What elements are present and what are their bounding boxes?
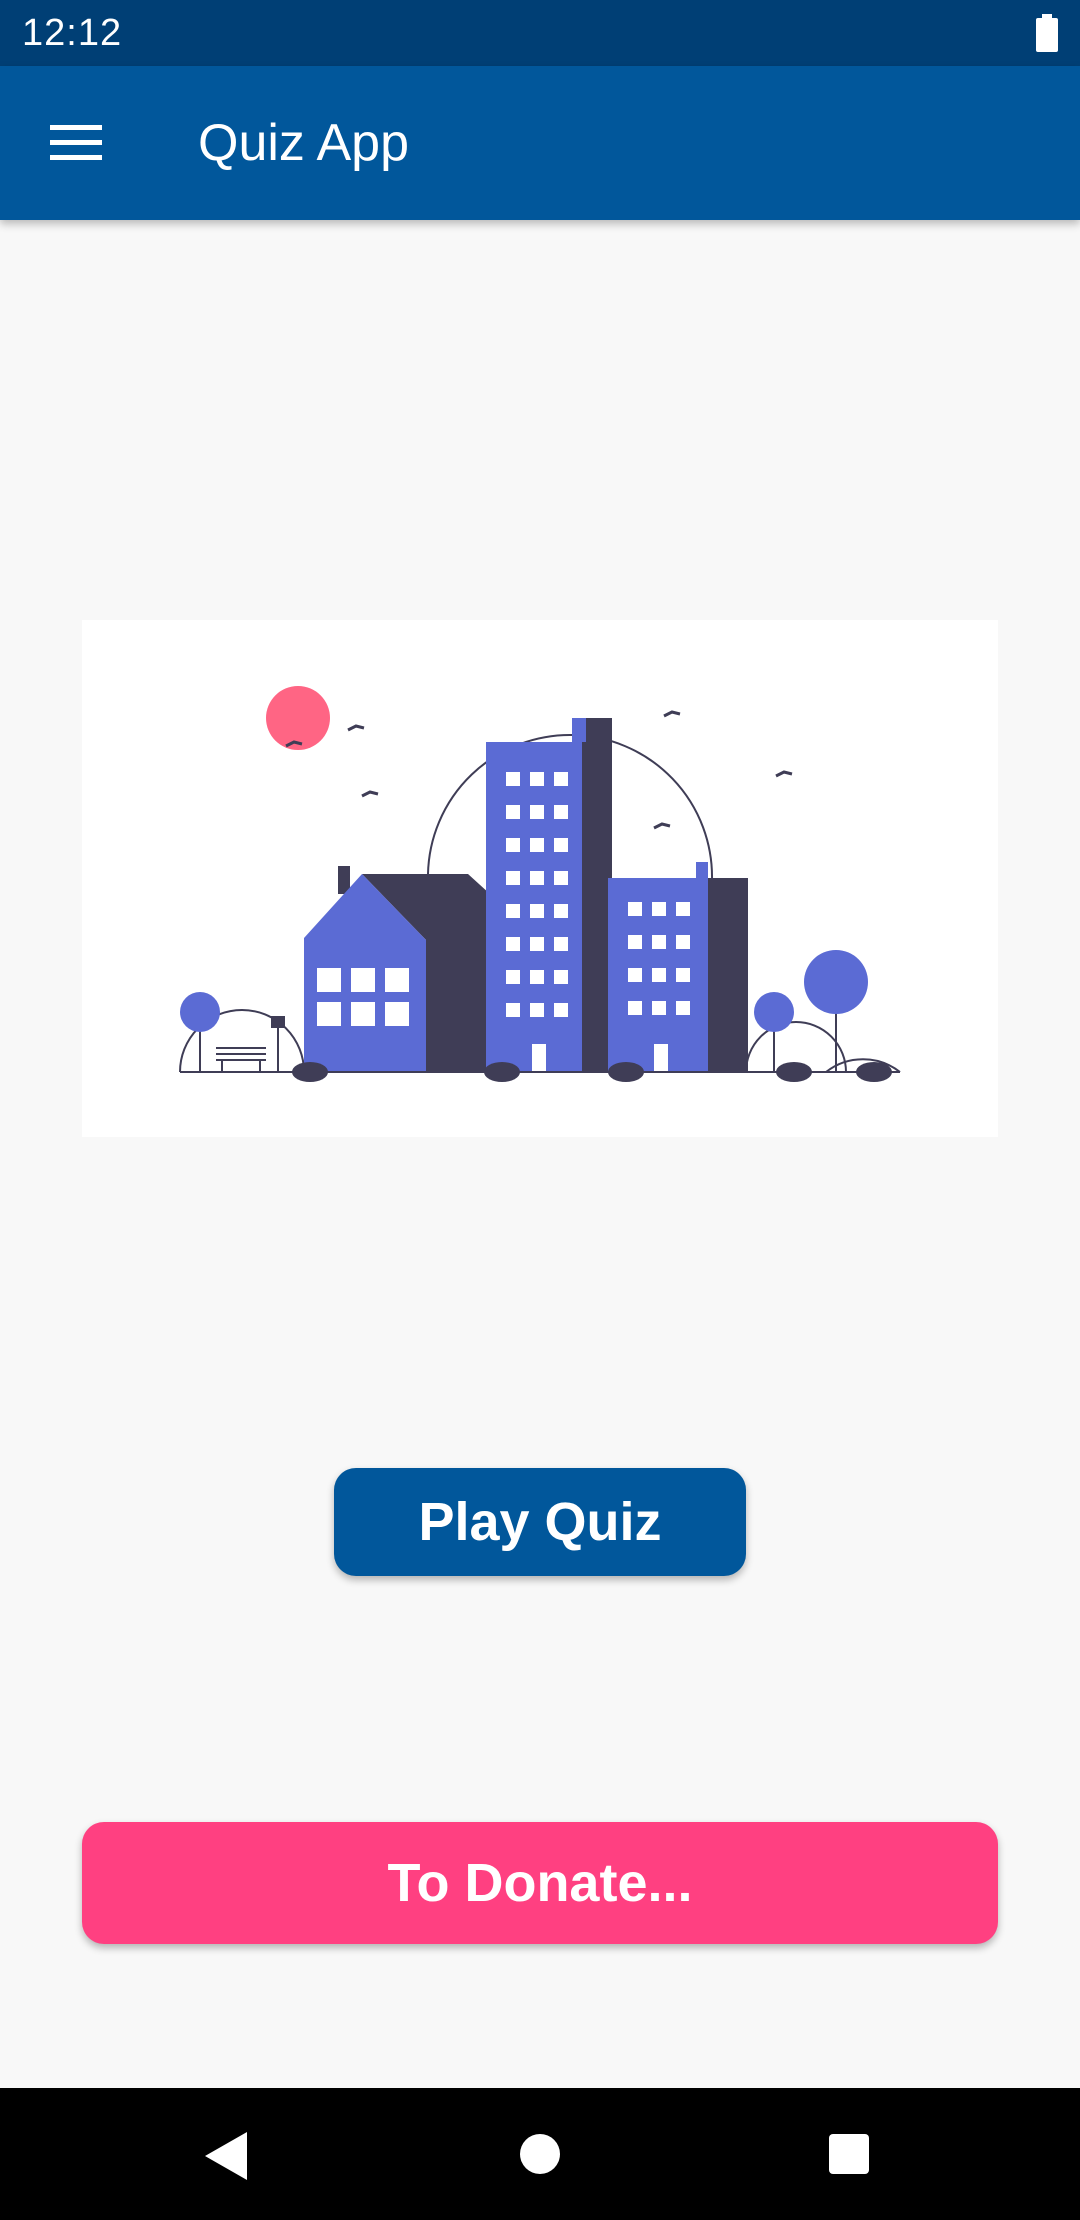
- hamburger-menu-icon: [50, 125, 102, 160]
- recents-icon[interactable]: [829, 2134, 869, 2174]
- app-title: Quiz App: [198, 114, 410, 172]
- tree-icon-large: [804, 950, 868, 1014]
- city-buildings-illustration: [179, 686, 901, 1082]
- back-icon[interactable]: [205, 2132, 247, 2180]
- sun-icon: [266, 686, 330, 750]
- city-illustration: [82, 620, 998, 1137]
- navigation-bar: [0, 2088, 1080, 2220]
- status-bar: 12:12: [0, 0, 1080, 66]
- play-quiz-button[interactable]: Play Quiz: [334, 1468, 746, 1576]
- battery-icon: [1036, 14, 1058, 52]
- bench-icon: [216, 1047, 266, 1072]
- home-icon[interactable]: [520, 2134, 560, 2174]
- app-bar: Quiz App: [0, 66, 1080, 220]
- tree-icon: [180, 992, 220, 1032]
- donate-button[interactable]: To Donate...: [82, 1822, 998, 1944]
- menu-icon[interactable]: [36, 110, 116, 176]
- status-time: 12:12: [22, 12, 123, 54]
